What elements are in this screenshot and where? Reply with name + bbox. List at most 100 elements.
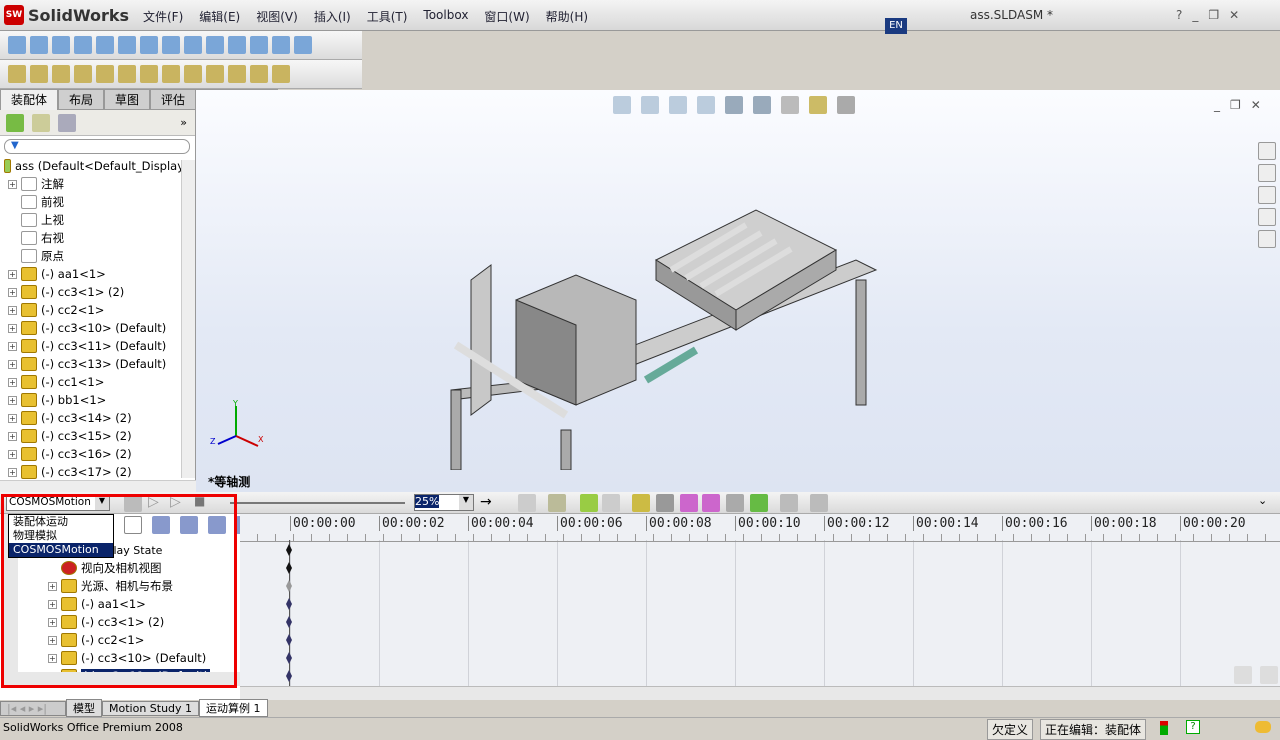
assembly-tool-icon[interactable] (52, 65, 70, 83)
contact-icon[interactable] (680, 494, 698, 512)
zoom-area-icon[interactable] (641, 96, 659, 114)
view-tool-icon[interactable] (140, 36, 158, 54)
menu-item[interactable]: 帮助(H) (538, 6, 596, 27)
save-animation-icon[interactable] (518, 494, 536, 512)
display-style-icon[interactable] (753, 96, 771, 114)
tree-item[interactable]: + (-) cc3<14> (2) (4, 409, 195, 427)
doc-minimize-button[interactable]: _ (1214, 98, 1220, 112)
assembly-model[interactable] (436, 190, 896, 470)
tree-item[interactable]: + (-) cc1<1> (4, 373, 195, 391)
help-icon[interactable]: ? (1176, 8, 1182, 22)
view-tool-icon[interactable] (184, 36, 202, 54)
play-from-start-icon[interactable]: ▷ (148, 494, 159, 510)
key-point[interactable] (286, 598, 292, 610)
expand-icon[interactable]: + (8, 395, 17, 405)
section-view-icon[interactable] (697, 96, 715, 114)
time-bar[interactable] (289, 540, 290, 686)
tree-item[interactable]: + (-) cc2<1> (4, 301, 195, 319)
expand-icon[interactable]: + (8, 287, 17, 297)
key-point[interactable] (286, 616, 292, 628)
expand-icon[interactable]: + (48, 635, 57, 645)
tree-hscrollbar[interactable] (0, 480, 196, 492)
view-tool-icon[interactable] (228, 36, 246, 54)
assembly-tool-icon[interactable] (272, 65, 290, 83)
calculate-icon[interactable] (124, 494, 142, 512)
expand-icon[interactable]: + (8, 179, 17, 189)
gravity-icon[interactable] (726, 494, 744, 512)
menu-item[interactable]: 插入(I) (306, 6, 359, 27)
timeline[interactable]: 00:00:00 00:00:02 00:00:04 00:00:06 00:00:08… (240, 514, 1280, 686)
graphics-viewport[interactable]: _ ❐ ✕ Y X Z *等轴测 (196, 90, 1280, 492)
hide-show-icon[interactable] (781, 96, 799, 114)
tree-item[interactable]: + 注解 (4, 175, 195, 193)
language-indicator[interactable]: EN (885, 18, 907, 34)
filter-driving-icon[interactable] (180, 516, 198, 534)
motion-tree-item[interactable]: + (-) cc2<1> (48, 631, 210, 649)
playback-zoom-select[interactable]: 25% ▼ (414, 494, 474, 511)
expand-icon[interactable]: + (8, 269, 17, 279)
view-tool-icon[interactable] (206, 36, 224, 54)
menu-item[interactable]: 工具(T) (359, 6, 416, 27)
menu-item[interactable]: 文件(F) (135, 6, 191, 27)
bottom-tab[interactable]: 模型 (66, 699, 102, 717)
assembly-tool-icon[interactable] (228, 65, 246, 83)
command-tab[interactable]: 装配体 (0, 89, 59, 110)
tree-item[interactable]: 前视 (4, 193, 195, 211)
rebuild-traffic-light-icon[interactable] (1160, 721, 1168, 735)
assembly-tool-icon[interactable] (30, 65, 48, 83)
expand-icon[interactable]: + (8, 359, 17, 369)
results-icon[interactable] (750, 494, 768, 512)
motion-tree-item[interactable]: +视向及相机视图 (48, 559, 210, 577)
results-plots-icon[interactable] (810, 494, 828, 512)
tree-scrollbar[interactable] (181, 160, 195, 478)
autokey-icon[interactable] (580, 494, 598, 512)
view-tool-icon[interactable] (52, 36, 70, 54)
expand-icon[interactable]: + (8, 431, 17, 441)
motion-tree-hscrollbar[interactable] (18, 672, 240, 686)
tree-item[interactable]: + (-) bb1<1> (4, 391, 195, 409)
key-point[interactable] (286, 652, 292, 664)
previous-view-icon[interactable] (669, 96, 687, 114)
zoom-out-icon[interactable] (1260, 666, 1278, 684)
command-tab[interactable]: 评估 (150, 89, 197, 110)
command-tab[interactable]: 布局 (58, 89, 105, 110)
study-type-select[interactable]: COSMOSMotion ▼ (6, 495, 110, 511)
view-tool-icon[interactable] (74, 36, 92, 54)
study-type-option[interactable]: COSMOSMotion (9, 543, 113, 557)
key-point[interactable] (286, 580, 292, 592)
motion-tree-item[interactable]: + 光源、相机与布景 (48, 577, 210, 595)
doc-restore-button[interactable]: ❐ (1230, 98, 1241, 112)
add-key-icon[interactable] (602, 494, 620, 512)
assembly-tool-icon[interactable] (118, 65, 136, 83)
view-tool-icon[interactable] (250, 36, 268, 54)
tag-icon[interactable] (1255, 721, 1271, 733)
assembly-tool-icon[interactable] (184, 65, 202, 83)
home-icon[interactable] (1258, 142, 1276, 160)
expand-icon[interactable]: + (8, 305, 17, 315)
key-point[interactable] (286, 634, 292, 646)
menu-item[interactable]: 编辑(E) (191, 6, 248, 27)
collapse-icon[interactable]: ⌄ (1258, 494, 1267, 507)
timeline-hscrollbar[interactable] (240, 686, 1280, 700)
study-type-option[interactable]: 物理模拟 (9, 529, 113, 543)
tree-item[interactable]: + (-) cc3<15> (2) (4, 427, 195, 445)
animation-wizard-icon[interactable] (548, 494, 566, 512)
view-palette-icon[interactable] (1258, 208, 1276, 226)
view-tool-icon[interactable] (162, 36, 180, 54)
filter-icon[interactable] (124, 516, 142, 534)
stop-icon[interactable]: ■ (194, 494, 205, 508)
configuration-manager-tab-icon[interactable] (58, 113, 76, 132)
appearances-icon[interactable] (1258, 230, 1276, 248)
motion-tree-item[interactable]: + (-) aa1<1> (48, 595, 210, 613)
force-icon[interactable] (702, 494, 720, 512)
assembly-tool-icon[interactable] (250, 65, 268, 83)
assembly-tool-icon[interactable] (8, 65, 26, 83)
tree-item[interactable]: 原点 (4, 247, 195, 265)
appearance-icon[interactable] (809, 96, 827, 114)
feature-manager-tab-icon[interactable] (6, 113, 24, 132)
assembly-tool-icon[interactable] (140, 65, 158, 83)
key-point[interactable] (286, 544, 292, 556)
filter-box[interactable]: ▼ (4, 139, 190, 154)
assembly-tool-icon[interactable] (162, 65, 180, 83)
design-library-icon[interactable] (1258, 164, 1276, 182)
